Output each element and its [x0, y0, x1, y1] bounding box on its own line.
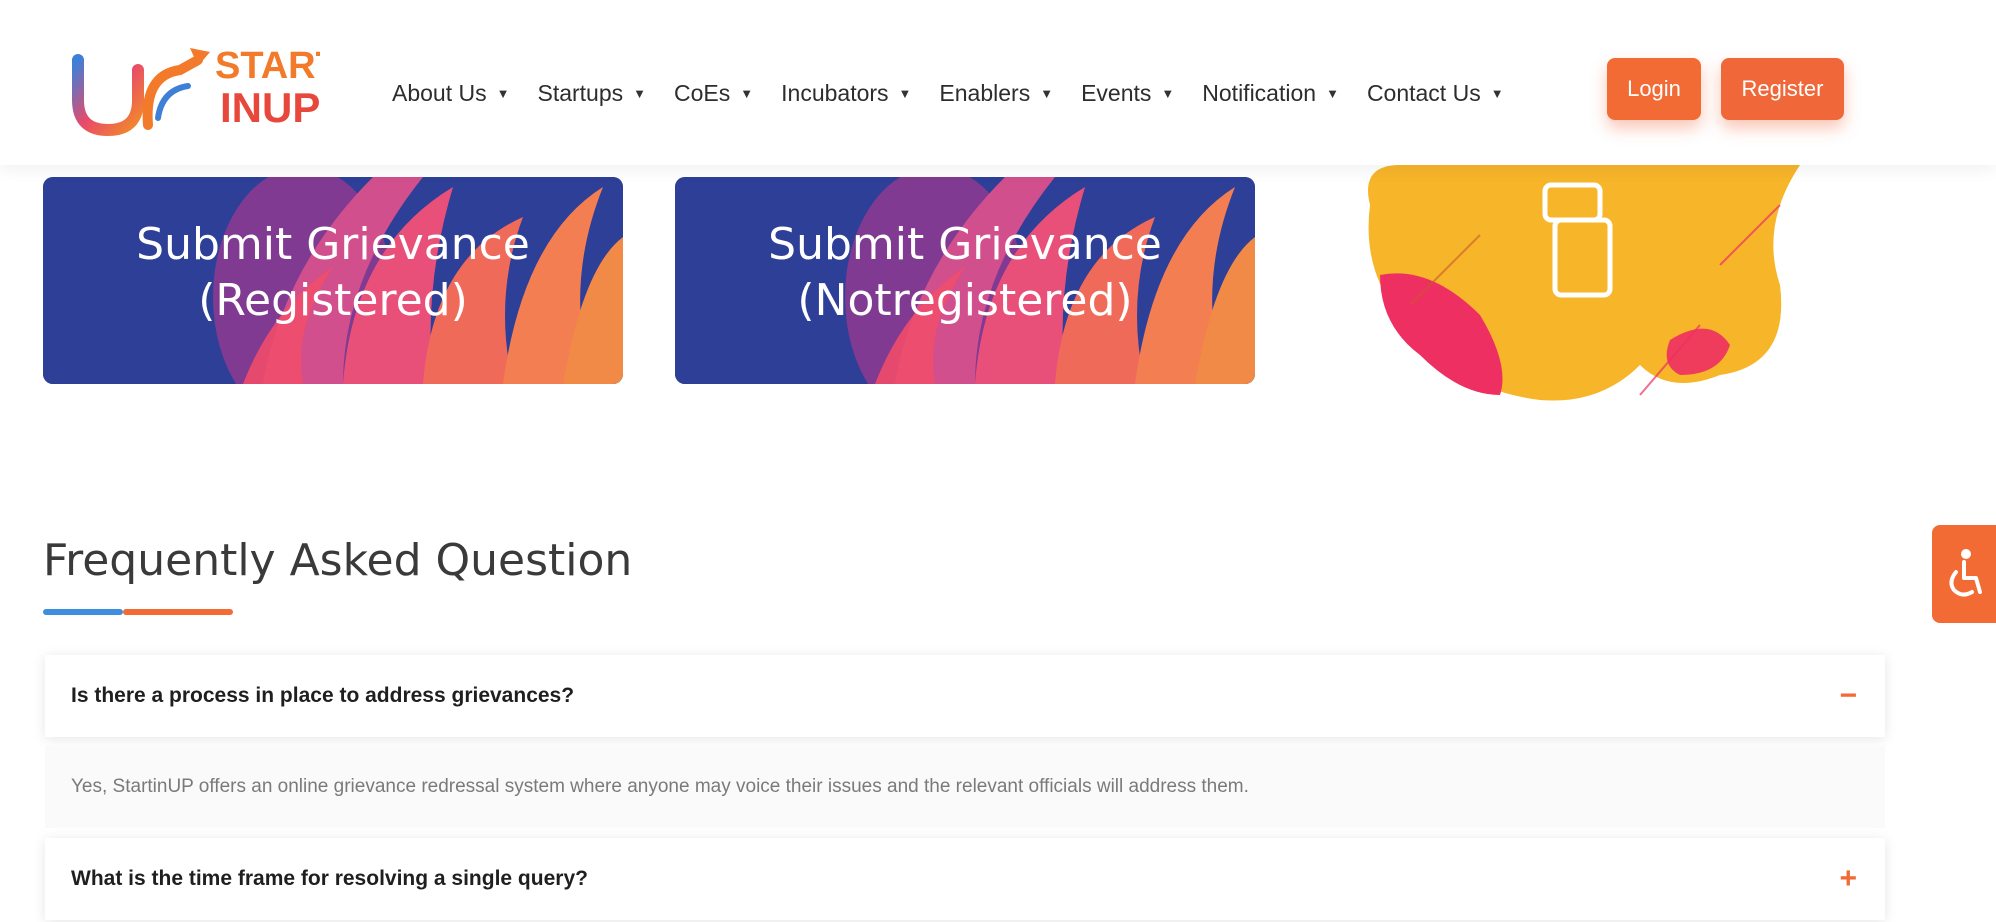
nav-label: CoEs [674, 79, 731, 106]
faq-question-text: What is the time frame for resolving a s… [71, 867, 588, 890]
faq-answer-1: Yes, StartinUP offers an online grievanc… [45, 746, 1885, 828]
minus-icon[interactable]: − [1839, 679, 1857, 713]
caret-down-icon: ▼ [740, 85, 754, 101]
faq-question-1[interactable]: Is there a process in place to address g… [45, 655, 1885, 737]
submit-grievance-registered-card[interactable]: Submit Grievance (Registered) [43, 177, 623, 384]
login-button[interactable]: Login [1607, 58, 1701, 120]
decorative-illustration [1340, 165, 1820, 425]
nav-coes[interactable]: CoEs ▼ [674, 80, 753, 107]
nav-label: Enablers [939, 79, 1031, 106]
svg-text:START: START [215, 45, 320, 87]
nav-label: Events [1081, 79, 1152, 106]
nav-incubators[interactable]: Incubators ▼ [781, 80, 911, 107]
svg-text:INUP: INUP [220, 84, 320, 131]
submit-grievance-notregistered-card[interactable]: Submit Grievance (Notregistered) [675, 177, 1255, 384]
nav-label: Notification [1202, 79, 1317, 106]
accessibility-button[interactable] [1932, 525, 1996, 623]
plus-icon[interactable]: + [1839, 862, 1857, 896]
faq-title: Frequently Asked Question [43, 535, 633, 586]
card-title-line1: Submit Grievance [136, 219, 530, 270]
faq-title-underline [43, 609, 233, 615]
nav-contact-us[interactable]: Contact Us ▼ [1367, 80, 1504, 107]
nav-enablers[interactable]: Enablers ▼ [939, 80, 1053, 107]
faq-question-text: Is there a process in place to address g… [71, 684, 575, 707]
nav-events[interactable]: Events ▼ [1081, 80, 1174, 107]
nav-about-us[interactable]: About Us ▼ [392, 80, 509, 107]
main-nav: About Us ▼ Startups ▼ CoEs ▼ Incubators ▼ En… [392, 68, 1532, 118]
card-title-line1: Submit Grievance [768, 219, 1162, 270]
startinup-logo[interactable]: START INUP [70, 30, 339, 140]
faq-answer-text: Yes, StartinUP offers an online grievanc… [71, 776, 1249, 797]
nav-notification[interactable]: Notification ▼ [1202, 80, 1339, 107]
register-button[interactable]: Register [1721, 58, 1844, 120]
nav-label: About Us [392, 79, 487, 106]
nav-label: Incubators [781, 79, 889, 106]
site-header: START INUP About Us ▼ Startups ▼ CoEs ▼ Inc… [0, 0, 1996, 165]
nav-label: Contact Us [1366, 79, 1481, 106]
caret-down-icon: ▼ [1161, 85, 1175, 101]
nav-startups[interactable]: Startups ▼ [537, 80, 646, 107]
card-title-line2: (Notregistered) [797, 275, 1133, 326]
card-title-line2: (Registered) [198, 275, 468, 326]
caret-down-icon: ▼ [898, 85, 912, 101]
caret-down-icon: ▼ [633, 85, 647, 101]
caret-down-icon: ▼ [496, 85, 510, 101]
caret-down-icon: ▼ [1490, 85, 1504, 101]
caret-down-icon: ▼ [1040, 85, 1054, 101]
faq-question-2[interactable]: What is the time frame for resolving a s… [45, 838, 1885, 920]
caret-down-icon: ▼ [1326, 85, 1339, 101]
nav-label: Startups [537, 79, 624, 106]
accessibility-icon [1949, 549, 1982, 597]
